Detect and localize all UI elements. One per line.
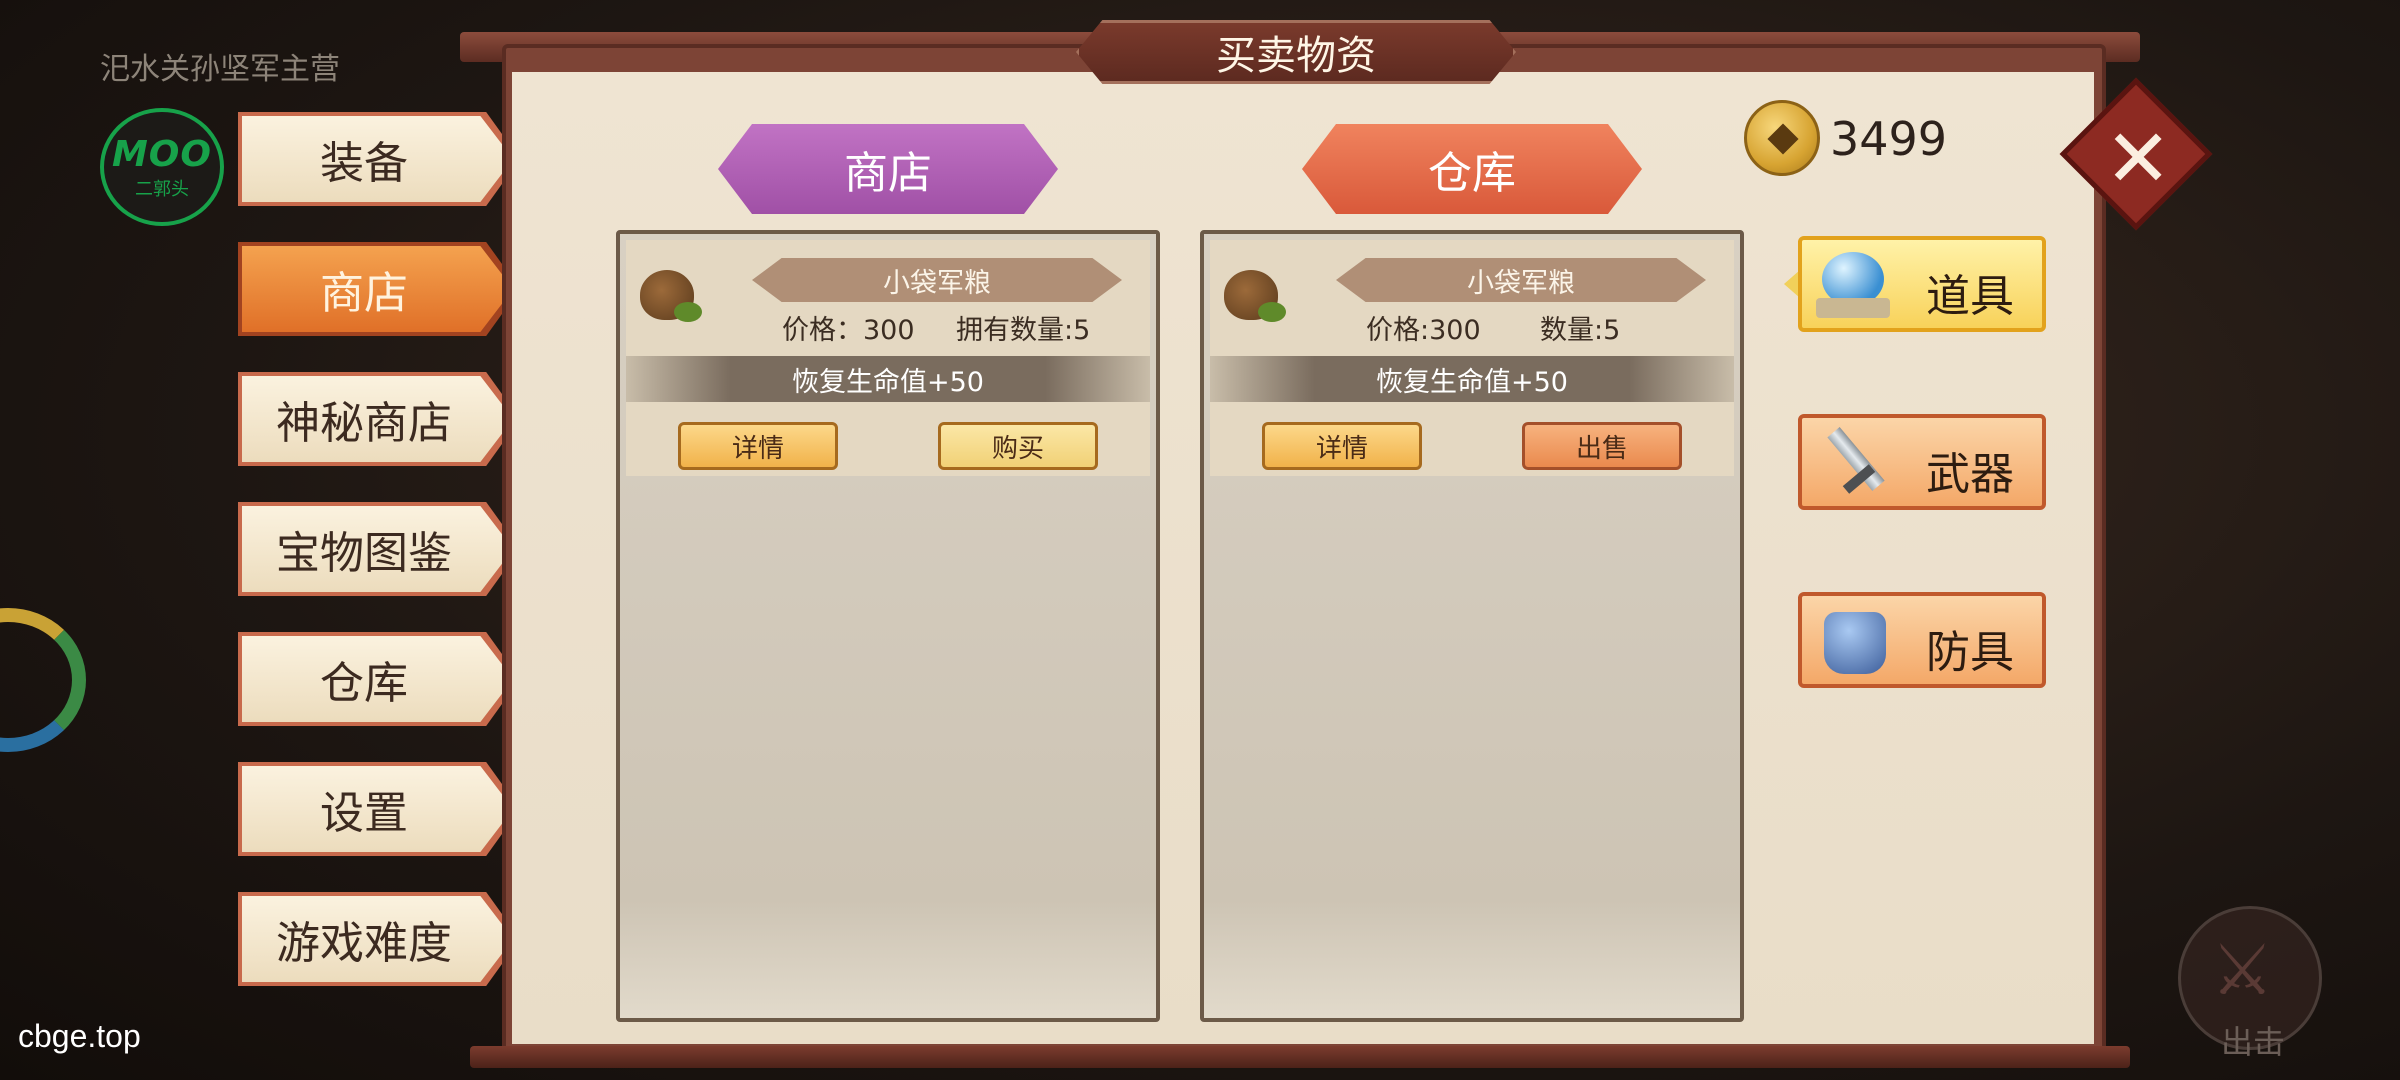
- category-label: 道具: [1926, 271, 2014, 322]
- menu-label: 仓库: [242, 636, 514, 722]
- menu-label: 设置: [242, 766, 514, 852]
- menu-mystery-shop[interactable]: 神秘商店: [238, 372, 520, 466]
- shop-header: 商店: [718, 124, 1058, 214]
- list-item: 小袋军粮 价格：300 拥有数量:5 恢复生命值+50 详情 购买: [626, 240, 1150, 476]
- ration-bag-icon: [634, 266, 706, 328]
- logo-subtext: 二郭头: [135, 179, 189, 200]
- category-props-button[interactable]: 道具: [1798, 236, 2046, 332]
- loading-ring-icon: [0, 608, 86, 752]
- category-weapon-button[interactable]: 武器: [1798, 414, 2046, 510]
- buy-button[interactable]: 购买: [938, 422, 1098, 470]
- detail-button[interactable]: 详情: [678, 422, 838, 470]
- orb-icon: [1812, 246, 1896, 326]
- attack-button[interactable]: ⚔ 出击: [2178, 906, 2322, 1061]
- item-effect: 恢复生命值+50: [1210, 356, 1734, 402]
- shop-item-list[interactable]: 小袋军粮 价格：300 拥有数量:5 恢复生命值+50 详情 购买: [616, 230, 1160, 1022]
- channel-logo: MOO 二郭头: [100, 108, 224, 226]
- item-owned-count: 拥有数量:5: [956, 315, 1091, 346]
- warehouse-item-list[interactable]: 小袋军粮 价格:300 数量:5 恢复生命值+50 详情 出售: [1200, 230, 1744, 1022]
- attack-label: 出击: [2221, 1023, 2286, 1061]
- sword-icon: [1812, 424, 1896, 504]
- item-count: 数量:5: [1540, 315, 1621, 346]
- menu-shop[interactable]: 商店: [238, 242, 520, 336]
- item-name: 小袋军粮: [752, 258, 1122, 302]
- watermark: cbge.top: [18, 1018, 141, 1054]
- logo-text: MOO: [111, 134, 213, 175]
- item-price: 价格：300: [782, 315, 915, 346]
- warehouse-header: 仓库: [1302, 124, 1642, 214]
- ration-bag-icon: [1218, 266, 1290, 328]
- menu-label: 装备: [242, 116, 514, 202]
- panel-title: 买卖物资: [1076, 20, 1516, 84]
- category-label: 防具: [1926, 627, 2014, 678]
- menu-difficulty[interactable]: 游戏难度: [238, 892, 520, 986]
- detail-button[interactable]: 详情: [1262, 422, 1422, 470]
- item-price: 价格:300: [1366, 315, 1481, 346]
- menu-label: 商店: [242, 246, 514, 332]
- category-armor-button[interactable]: 防具: [1798, 592, 2046, 688]
- category-label: 武器: [1926, 449, 2014, 500]
- menu-warehouse[interactable]: 仓库: [238, 632, 520, 726]
- menu-label: 游戏难度: [242, 896, 514, 982]
- sell-button[interactable]: 出售: [1522, 422, 1682, 470]
- menu-equipment[interactable]: 装备: [238, 112, 520, 206]
- menu-label: 神秘商店: [242, 376, 514, 462]
- armor-icon: [1812, 602, 1896, 682]
- close-icon: ✕: [2104, 111, 2172, 205]
- location-title: 汜水关孙坚军主营: [100, 52, 340, 87]
- item-name: 小袋军粮: [1336, 258, 1706, 302]
- coin-balance: 3499: [1830, 112, 1948, 166]
- panel-frame-bottom: [470, 1046, 2130, 1068]
- menu-label: 宝物图鉴: [242, 506, 514, 592]
- list-item: 小袋军粮 价格:300 数量:5 恢复生命值+50 详情 出售: [1210, 240, 1734, 476]
- menu-treasure-catalog[interactable]: 宝物图鉴: [238, 502, 520, 596]
- coin-icon: [1744, 100, 1820, 176]
- crossed-swords-icon: ⚔: [2211, 929, 2274, 1011]
- item-effect: 恢复生命值+50: [626, 356, 1150, 402]
- menu-settings[interactable]: 设置: [238, 762, 520, 856]
